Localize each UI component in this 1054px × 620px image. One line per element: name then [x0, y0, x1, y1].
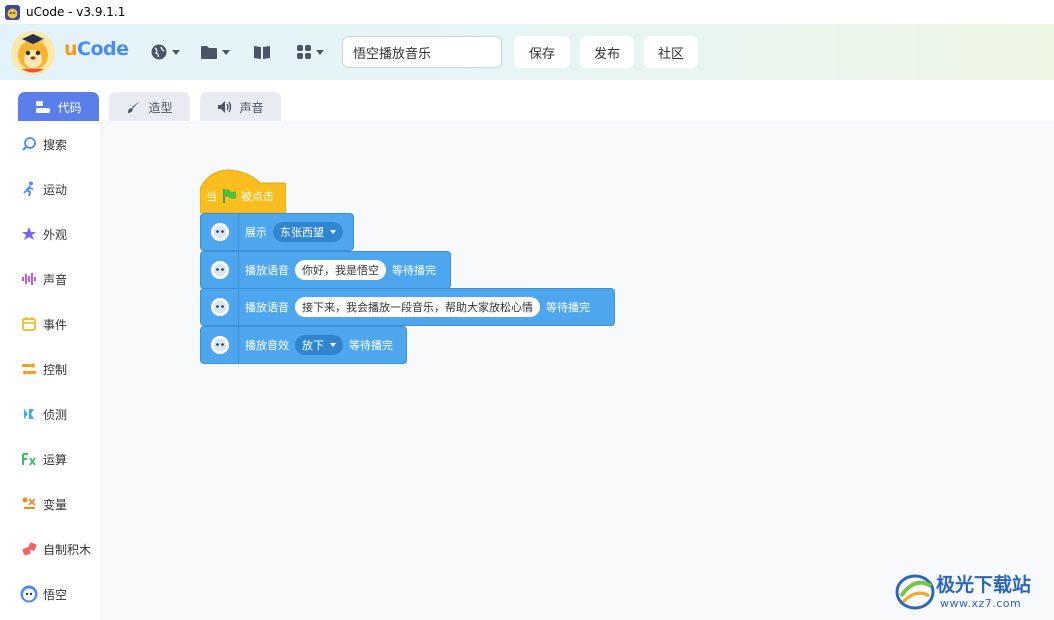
- wukong-block-icon: [201, 214, 239, 250]
- tab-code[interactable]: 代码: [18, 92, 99, 122]
- tab-costumes[interactable]: 造型: [109, 92, 190, 122]
- save-button[interactable]: 保存: [514, 36, 570, 68]
- block-suffix: 等待播完: [546, 301, 590, 314]
- play-sound-effect-block[interactable]: 播放音效 放下 等待播完: [200, 326, 407, 364]
- watermark-title: 极光下载站: [936, 574, 1032, 596]
- speaker-icon: [218, 101, 232, 113]
- category-control[interactable]: 控制: [20, 357, 67, 381]
- block-label: 播放语音: [245, 301, 289, 314]
- category-operators[interactable]: 运算: [20, 447, 67, 471]
- custom-block-icon: [20, 540, 38, 558]
- window-titlebar: uCode - v3.9.1.1: [0, 0, 1054, 24]
- globe-icon: [151, 44, 167, 60]
- extensions-menu[interactable]: [296, 41, 324, 63]
- category-sensing[interactable]: 侦测: [20, 402, 67, 426]
- block-category-sidebar: 搜索 运动 外观 声音 事件 控制 侦测 运算 变量 自制积木 悟空: [12, 121, 102, 620]
- chevron-down-icon: [222, 49, 230, 55]
- play-speech-block[interactable]: 播放语音 接下来，我会播放一段音乐，帮助大家放松心情 等待播完: [200, 288, 615, 326]
- speech-text-input[interactable]: 你好，我是悟空: [295, 260, 386, 280]
- category-custom-blocks[interactable]: 自制积木: [20, 537, 91, 561]
- chevron-down-icon: [172, 49, 180, 55]
- community-button[interactable]: 社区: [644, 36, 698, 68]
- sound-effect-dropdown[interactable]: 放下: [295, 335, 343, 355]
- wukong-block-icon: [201, 289, 239, 325]
- brush-icon: [128, 101, 141, 113]
- file-menu[interactable]: [200, 41, 230, 63]
- category-wukong[interactable]: 悟空: [20, 582, 67, 606]
- block-label: 播放音效: [245, 339, 289, 352]
- looks-icon: [20, 225, 38, 243]
- block-suffix: 等待播完: [349, 339, 393, 352]
- green-flag-icon: [223, 189, 236, 203]
- wukong-robot-icon: [210, 261, 229, 279]
- app-icon: [5, 4, 20, 20]
- grid-icon: [297, 45, 311, 59]
- category-search[interactable]: 搜索: [20, 132, 67, 156]
- tab-sounds[interactable]: 声音: [200, 92, 281, 122]
- wukong-robot-icon: [210, 223, 229, 241]
- project-name-input[interactable]: [342, 36, 502, 68]
- category-sound[interactable]: 声音: [20, 267, 67, 291]
- event-icon: [20, 315, 38, 333]
- speech-text-input[interactable]: 接下来，我会播放一段音乐，帮助大家放松心情: [295, 297, 540, 317]
- wukong-robot-icon: [210, 336, 229, 354]
- search-icon: [20, 135, 38, 153]
- mascot-logo-icon: [11, 31, 55, 75]
- motion-icon: [20, 180, 38, 198]
- block-suffix: 等待播完: [392, 264, 436, 277]
- category-events[interactable]: 事件: [20, 312, 67, 336]
- operator-icon: [20, 450, 38, 468]
- publish-button[interactable]: 发布: [580, 36, 634, 68]
- sensing-icon: [20, 405, 38, 423]
- block-label: 播放语音: [245, 264, 289, 277]
- category-looks[interactable]: 外观: [20, 222, 67, 246]
- variable-icon: [20, 495, 38, 513]
- window-title: uCode - v3.9.1.1: [26, 5, 126, 19]
- ucode-logo[interactable]: uCode: [64, 38, 129, 60]
- wukong-block-icon: [201, 252, 239, 288]
- book-icon: [254, 46, 270, 59]
- wukong-robot-icon: [210, 298, 229, 316]
- folder-icon: [201, 46, 217, 59]
- category-variables[interactable]: 变量: [20, 492, 67, 516]
- tutorial-button[interactable]: [253, 41, 271, 63]
- watermark-url: www.xz7.com: [940, 597, 1022, 610]
- wukong-block-icon: [201, 327, 239, 363]
- show-action-block[interactable]: 展示 东张西望: [200, 213, 354, 251]
- action-dropdown[interactable]: 东张西望: [273, 222, 343, 242]
- block-label: 展示: [245, 226, 267, 239]
- category-motion[interactable]: 运动: [20, 177, 67, 201]
- control-icon: [20, 360, 38, 378]
- chevron-down-icon: [316, 49, 324, 55]
- chevron-down-icon: [330, 230, 336, 234]
- app-header: uCode 保存 发布 社区: [0, 24, 1054, 80]
- code-icon: [36, 101, 51, 113]
- language-menu[interactable]: [150, 41, 180, 63]
- chevron-down-icon: [330, 343, 336, 347]
- wukong-icon: [20, 585, 38, 603]
- play-speech-block[interactable]: 播放语音 你好，我是悟空 等待播完: [200, 251, 451, 289]
- sound-icon: [20, 270, 38, 288]
- hat-block-label: 当 被点击: [206, 189, 274, 203]
